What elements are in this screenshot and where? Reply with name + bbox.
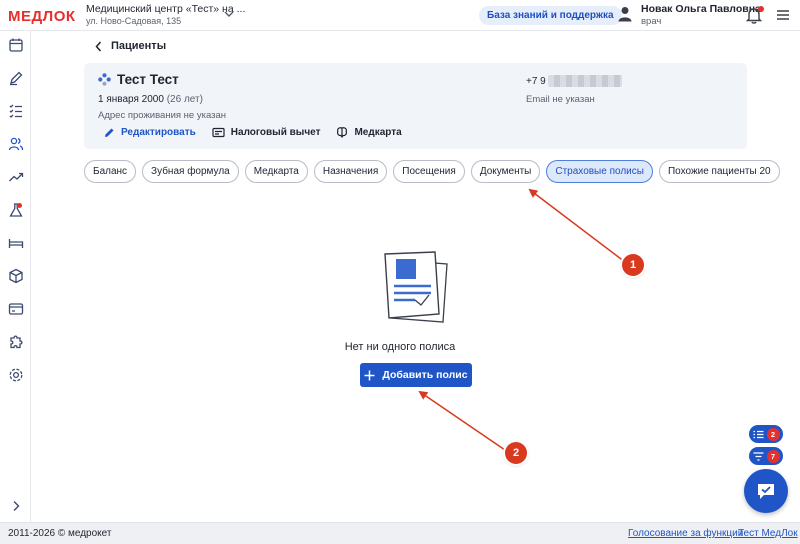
page-title: Пациенты — [111, 40, 167, 52]
tab-dental-formula[interactable]: Зубная формула — [142, 160, 239, 183]
annotation-arrow-2 — [418, 390, 506, 451]
empty-state-message: Нет ни одного полиса — [344, 341, 456, 353]
filters-float-button[interactable]: 7 — [749, 447, 783, 465]
diamond-dots-icon — [98, 73, 111, 86]
users-icon[interactable] — [8, 136, 24, 152]
tab-similar-patients[interactable]: Похожие пациенты 20 — [658, 160, 780, 183]
gear-icon[interactable] — [8, 367, 24, 383]
chevron-right-icon[interactable] — [8, 498, 24, 514]
filters-count-badge: 7 — [766, 449, 780, 463]
user-menu[interactable]: Новак Ольга Павловна врач — [641, 3, 761, 27]
brain-icon — [336, 126, 354, 138]
chevron-left-icon[interactable] — [95, 41, 102, 52]
support-chat-button[interactable] — [744, 469, 788, 513]
annotation-badge-1: 1 — [622, 254, 644, 276]
top-bar: МЕДЛОК Медицинский центр «Тест» на ... у… — [0, 0, 800, 31]
bed-icon[interactable] — [8, 235, 24, 251]
receipt-icon — [212, 127, 231, 138]
clinic-selector[interactable]: Медицинский центр «Тест» на ... ул. Ново… — [86, 3, 245, 26]
patient-name: Тест Тест — [117, 72, 179, 87]
tab-balance[interactable]: Баланс — [84, 160, 137, 183]
tasks-float-button[interactable]: 2 — [749, 425, 783, 443]
feature-vote-link[interactable]: Голосование за функции — [628, 528, 743, 539]
chat-icon — [756, 482, 776, 500]
test-medlok-link[interactable]: Тест МедЛок — [738, 528, 798, 539]
pen-icon[interactable] — [8, 70, 24, 86]
add-policy-button[interactable]: Добавить полис — [360, 363, 472, 387]
checklist-icon[interactable] — [8, 103, 24, 119]
calendar-icon[interactable] — [8, 37, 24, 53]
chevron-down-icon[interactable] — [224, 10, 234, 18]
tasks-count-badge: 2 — [766, 427, 780, 441]
clinic-name: Медицинский центр «Тест» на ... — [86, 3, 246, 15]
back-to-patients[interactable]: Пациенты — [95, 40, 166, 52]
menu-icon[interactable] — [777, 10, 789, 20]
notification-dot — [758, 6, 764, 12]
checklist-icon — [753, 430, 764, 439]
patient-phone: +7 9 — [526, 75, 622, 87]
knowledge-base-button[interactable]: База знаний и поддержка — [479, 6, 622, 25]
tab-medcard[interactable]: Медкарта — [244, 160, 308, 183]
box-icon[interactable] — [8, 268, 24, 284]
clinic-address: ул. Ново-Садовая, 135 — [86, 16, 182, 26]
plus-icon — [364, 370, 382, 381]
footer: 2011-2026 © медрокет Голосование за функ… — [0, 522, 800, 544]
phone-redaction — [547, 75, 622, 87]
edit-patient-button[interactable]: Редактировать — [104, 127, 196, 138]
card-icon[interactable] — [8, 301, 24, 317]
tab-insurance-policies[interactable]: Страховые полисы — [546, 160, 653, 183]
annotation-badge-2: 2 — [505, 442, 527, 464]
tax-deduction-button[interactable]: Налоговый вычет — [212, 127, 320, 138]
user-role: врач — [641, 16, 662, 27]
patient-address: Адрес проживания не указан — [98, 110, 227, 121]
annotation-arrow-1 — [528, 188, 626, 263]
copyright-text: 2011-2026 © медрокет — [8, 528, 112, 539]
user-name: Новак Ольга Павловна — [641, 3, 761, 15]
sidebar — [0, 31, 31, 522]
empty-policies-illustration — [379, 250, 451, 324]
chart-icon[interactable] — [8, 169, 24, 185]
patient-tabs: Баланс Зубная формула Медкарта Назначени… — [84, 160, 786, 183]
tab-documents[interactable]: Документы — [470, 160, 541, 183]
tab-prescriptions[interactable]: Назначения — [313, 160, 388, 183]
puzzle-icon[interactable] — [8, 334, 24, 350]
app-logo[interactable]: МЕДЛОК — [8, 8, 76, 25]
lab-notification-dot — [17, 203, 22, 208]
patient-email: Email не указан — [526, 94, 595, 105]
patient-dob: 1 января 2000 (26 лет) — [98, 94, 203, 105]
tab-visits[interactable]: Посещения — [393, 160, 465, 183]
patient-age: (26 лет) — [166, 94, 203, 105]
user-avatar-icon[interactable] — [618, 6, 632, 22]
pencil-icon — [104, 127, 121, 138]
filter-icon — [753, 451, 764, 461]
patient-card: Тест Тест 1 января 2000 (26 лет) Адрес п… — [84, 63, 747, 149]
medcard-button[interactable]: Медкарта — [336, 126, 402, 138]
